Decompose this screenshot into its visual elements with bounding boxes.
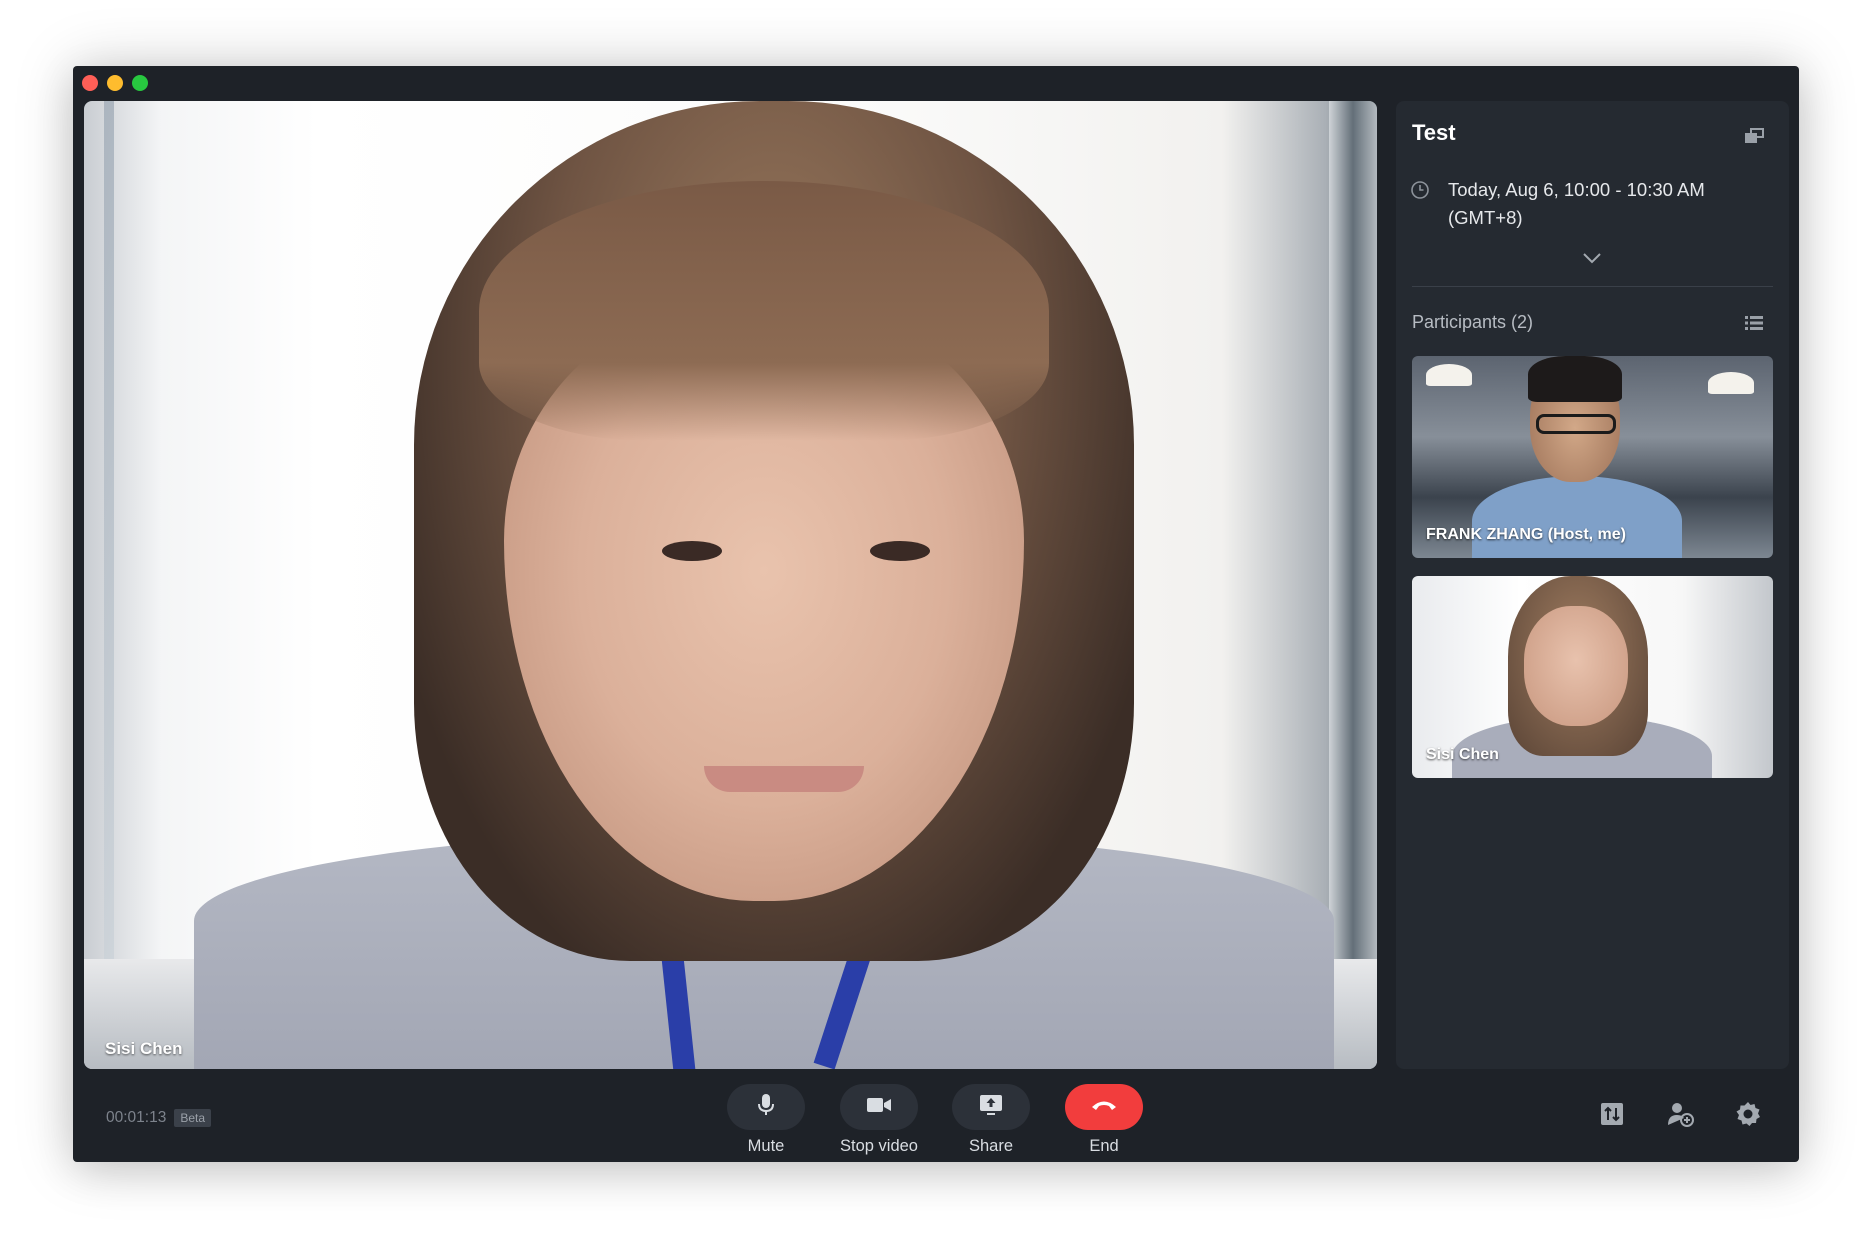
main-video-name: Sisi Chen <box>105 1039 183 1058</box>
end-call-button[interactable]: End <box>1064 1084 1144 1156</box>
stop-video-button[interactable]: Stop video <box>839 1084 919 1156</box>
stop-video-pill[interactable] <box>840 1084 918 1130</box>
meeting-time-line1: Today, Aug 6, 10:00 - 10:30 AM <box>1448 179 1705 200</box>
list-view-icon[interactable] <box>1741 312 1767 334</box>
hang-up-icon <box>1090 1098 1118 1117</box>
meeting-sidebar: Test Today, Aug 6, 10:00 - 10:30 AM (GMT… <box>1396 101 1789 1069</box>
video-person <box>662 541 722 561</box>
stop-video-label: Stop video <box>840 1137 918 1155</box>
video-background <box>1329 101 1377 1069</box>
video-person <box>1528 356 1622 402</box>
clock-icon <box>1410 180 1430 232</box>
video-person <box>870 541 930 561</box>
participant-tile[interactable]: FRANK ZHANG (Host, me) <box>1412 356 1773 558</box>
meeting-timer: 00:01:13 Beta <box>106 1109 212 1127</box>
video-person <box>479 181 1049 441</box>
meeting-window: Sisi Chen Test Today, Aug 6, 10:00 - 10:… <box>73 66 1799 1162</box>
mute-button[interactable]: Mute <box>726 1084 806 1156</box>
window-controls <box>82 75 148 91</box>
video-background <box>1708 372 1754 394</box>
main-video[interactable]: Sisi Chen <box>84 101 1377 1069</box>
mute-label: Mute <box>747 1137 785 1155</box>
minimize-window-button[interactable] <box>107 75 123 91</box>
meeting-time-line2: (GMT+8) <box>1448 207 1523 228</box>
mute-pill[interactable] <box>727 1084 805 1130</box>
beta-badge: Beta <box>174 1109 212 1127</box>
meeting-schedule: Today, Aug 6, 10:00 - 10:30 AM (GMT+8) <box>1410 176 1770 232</box>
video-person <box>1536 414 1616 434</box>
share-screen-icon <box>979 1094 1003 1121</box>
video-background <box>1426 364 1472 386</box>
participant-name: FRANK ZHANG (Host, me) <box>1426 526 1626 543</box>
timer-value: 00:01:13 <box>106 1109 167 1126</box>
close-window-button[interactable] <box>82 75 98 91</box>
end-call-label: End <box>1089 1137 1119 1155</box>
video-camera-icon <box>866 1096 892 1119</box>
participants-label: Participants (2) <box>1412 312 1534 332</box>
share-button[interactable]: Share <box>951 1084 1031 1156</box>
video-background <box>104 101 114 1069</box>
microphone-icon <box>757 1093 775 1122</box>
video-person <box>704 766 864 792</box>
share-pill[interactable] <box>952 1084 1030 1130</box>
sidebar-divider <box>1412 286 1773 287</box>
share-label: Share <box>968 1137 1014 1155</box>
chevron-down-icon[interactable] <box>1582 251 1602 269</box>
zoom-window-button[interactable] <box>132 75 148 91</box>
meeting-time: Today, Aug 6, 10:00 - 10:30 AM (GMT+8) <box>1448 176 1705 232</box>
settings-icon[interactable] <box>1732 1098 1764 1130</box>
video-person <box>1472 476 1682 558</box>
participant-tile[interactable]: Sisi Chen <box>1412 576 1773 778</box>
popout-icon[interactable] <box>1741 125 1767 147</box>
layout-icon[interactable] <box>1596 1098 1628 1130</box>
participant-name: Sisi Chen <box>1426 746 1499 763</box>
add-participant-icon[interactable] <box>1665 1098 1697 1130</box>
meeting-title: Test <box>1412 120 1456 145</box>
end-call-pill[interactable] <box>1065 1084 1143 1130</box>
video-person <box>1524 606 1628 726</box>
